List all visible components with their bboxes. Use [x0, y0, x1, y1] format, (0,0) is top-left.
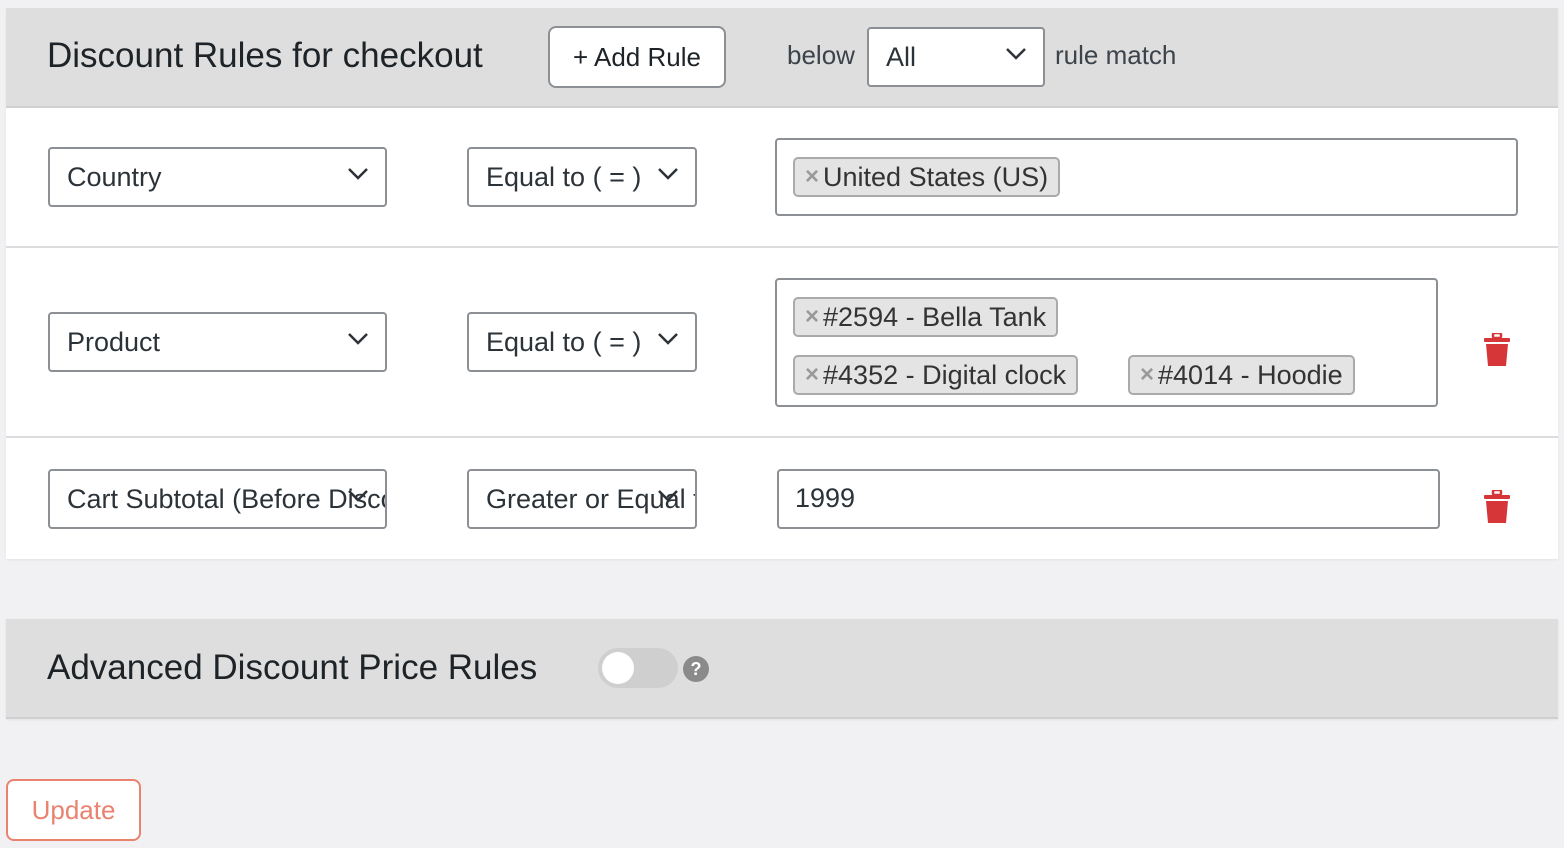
- panel-header: Advanced Discount Price Rules ?: [6, 619, 1558, 719]
- chevron-down-icon: [658, 333, 678, 345]
- selected-tag: × #4014 - Hoodie: [1128, 355, 1355, 395]
- value-multiselect[interactable]: × #2594 - Bella Tank × #4352 - Digital clo…: [775, 278, 1438, 407]
- chevron-down-icon: [1006, 48, 1026, 60]
- chevron-down-icon: [658, 168, 678, 180]
- question-circle-icon[interactable]: ?: [683, 656, 709, 682]
- remove-tag-icon[interactable]: ×: [1140, 361, 1154, 389]
- selected-tag: × United States (US): [793, 157, 1061, 197]
- condition-select[interactable]: Cart Subtotal (Before Discount): [48, 469, 387, 529]
- add-rule-button[interactable]: + Add Rule: [548, 26, 726, 88]
- selected-tag: × #4352 - Digital clock: [793, 355, 1079, 395]
- remove-tag-icon[interactable]: ×: [805, 303, 819, 331]
- advanced-rules-toggle[interactable]: [598, 648, 678, 688]
- toggle-knob: [602, 652, 634, 684]
- remove-tag-icon[interactable]: ×: [805, 163, 819, 191]
- advanced-rules-panel: Advanced Discount Price Rules ?: [6, 619, 1558, 719]
- condition-select[interactable]: Product: [48, 312, 387, 372]
- rule-match-label: rule match: [1055, 40, 1177, 70]
- chevron-down-icon: [658, 490, 678, 502]
- update-button[interactable]: Update: [6, 779, 141, 841]
- chevron-down-icon: [348, 168, 368, 180]
- operator-select[interactable]: Greater or Equal to ( >= ): [467, 469, 697, 529]
- operator-select[interactable]: Equal to ( = ): [467, 147, 697, 207]
- value-input[interactable]: 1999: [777, 469, 1440, 529]
- trash-icon[interactable]: [1483, 333, 1511, 367]
- operator-select[interactable]: Equal to ( = ): [467, 312, 697, 372]
- condition-select[interactable]: Country: [48, 147, 387, 207]
- below-label: below: [787, 40, 855, 70]
- chevron-down-icon: [348, 333, 368, 345]
- trash-icon[interactable]: [1483, 490, 1511, 524]
- divider: [6, 436, 1558, 438]
- match-select[interactable]: All: [867, 27, 1045, 87]
- value-multiselect[interactable]: × United States (US): [775, 138, 1518, 216]
- remove-tag-icon[interactable]: ×: [805, 361, 819, 389]
- selected-tag: × #2594 - Bella Tank: [793, 297, 1059, 337]
- section-title: Advanced Discount Price Rules: [47, 648, 538, 687]
- panel-header: Discount Rules for checkout + Add Rule b…: [6, 8, 1558, 108]
- discount-rules-panel: Discount Rules for checkout + Add Rule b…: [6, 8, 1558, 559]
- page-title: Discount Rules for checkout: [47, 36, 483, 75]
- divider: [6, 246, 1558, 248]
- chevron-down-icon: [348, 490, 368, 502]
